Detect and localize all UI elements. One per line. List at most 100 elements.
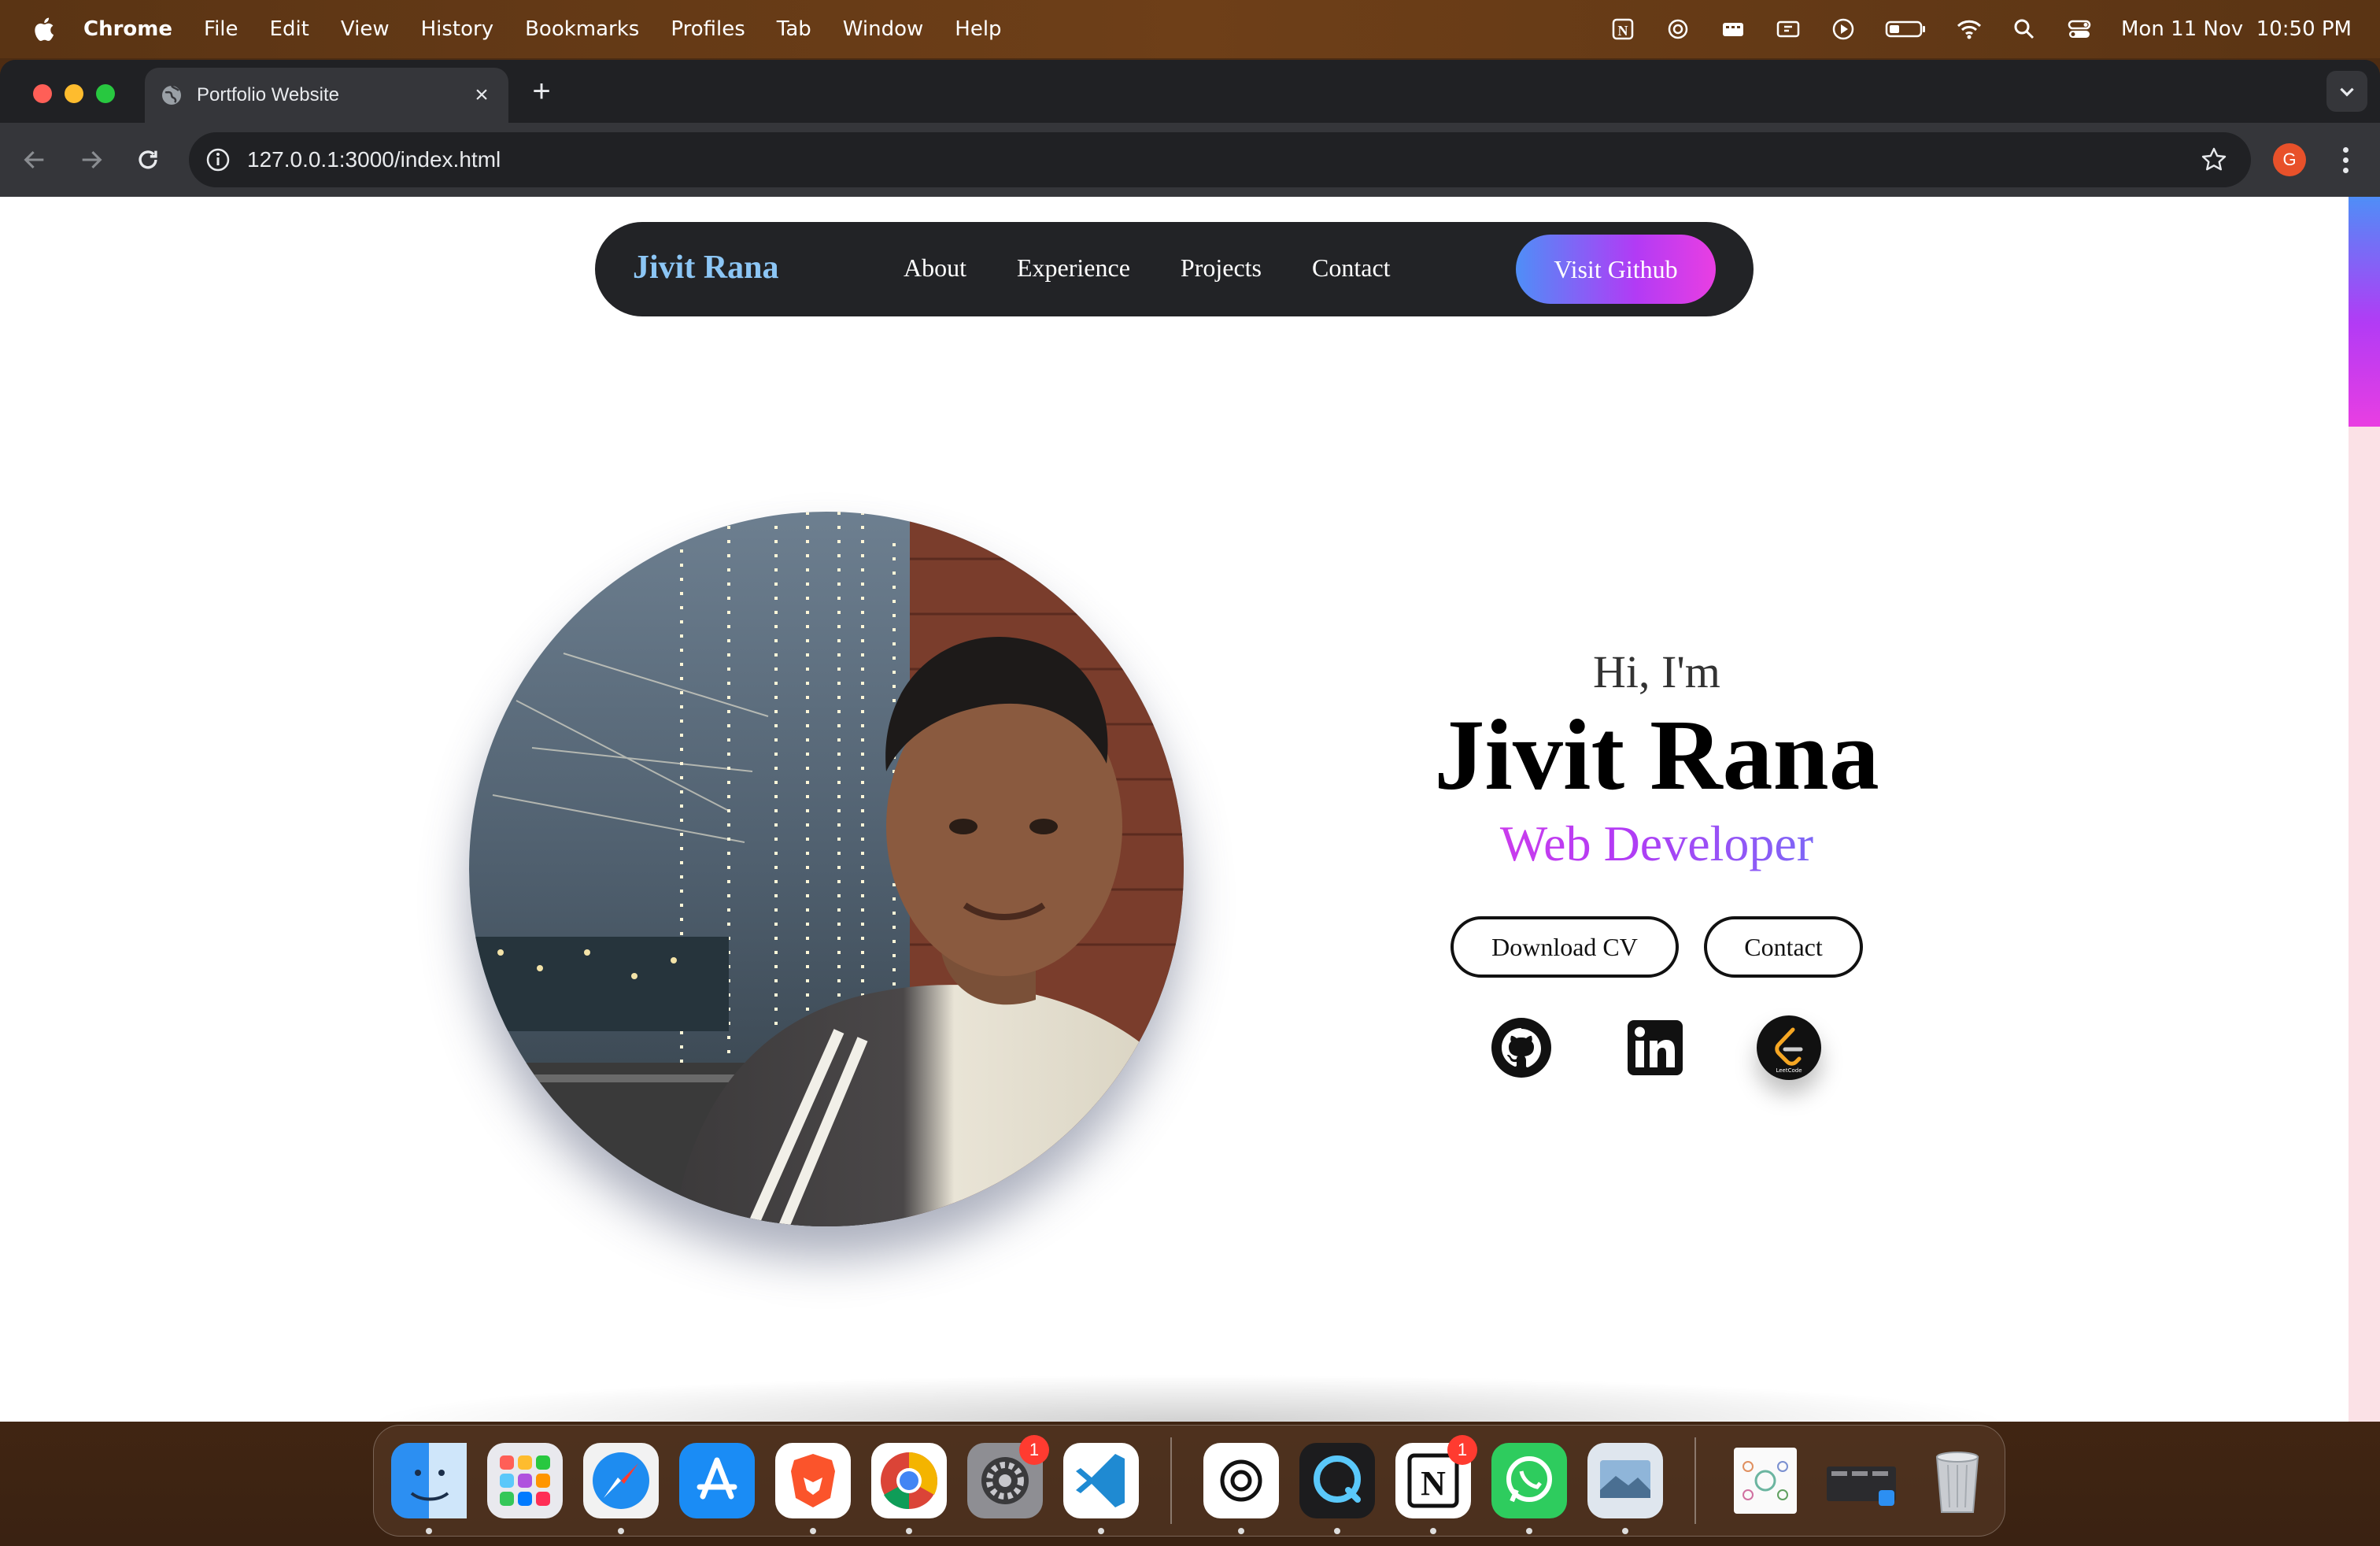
minimize-window-button[interactable] (65, 84, 83, 103)
battery-icon[interactable] (1885, 16, 1927, 43)
menu-window[interactable]: Window (843, 17, 924, 41)
profile-avatar[interactable]: G (2273, 143, 2306, 176)
dock-app-store[interactable] (679, 1443, 755, 1518)
dock-separator (1170, 1437, 1172, 1524)
menu-app-name[interactable]: Chrome (83, 17, 172, 41)
quicktime-icon (1299, 1443, 1375, 1518)
browser-window: Portfolio Website × + 127.0.0.1:3000/ind… (0, 60, 2380, 1422)
running-indicator (810, 1528, 816, 1534)
display-icon[interactable] (1775, 16, 1802, 43)
svg-text:N: N (1421, 1464, 1446, 1503)
reload-button[interactable] (132, 144, 164, 176)
apple-icon[interactable] (31, 16, 55, 43)
url-text[interactable]: 127.0.0.1:3000/index.html (247, 147, 501, 172)
hero-name: Jivit Rana (1434, 699, 1879, 811)
nav-links: About Experience Projects Contact (904, 253, 1391, 283)
maximize-window-button[interactable] (96, 84, 115, 103)
dock-vscode[interactable] (1063, 1443, 1139, 1534)
new-tab-icon[interactable]: + (529, 76, 554, 107)
bookmark-star-icon[interactable] (2201, 146, 2227, 173)
browser-toolbar: 127.0.0.1:3000/index.html G (0, 123, 2380, 197)
tab-portfolio[interactable]: Portfolio Website × (145, 68, 508, 123)
tab-strip: Portfolio Website × + (0, 60, 2380, 123)
menu-help[interactable]: Help (955, 17, 1001, 41)
running-indicator (1098, 1528, 1104, 1534)
back-button[interactable] (19, 144, 50, 176)
info-icon[interactable] (205, 146, 231, 173)
dock-preview[interactable] (1587, 1443, 1663, 1534)
arrow-left-icon (24, 150, 44, 169)
dock-notion[interactable]: N 1 (1395, 1435, 1477, 1534)
nav-link-projects[interactable]: Projects (1181, 253, 1262, 283)
menu-view[interactable]: View (341, 17, 390, 41)
leetcode-caption: LeetCode (1776, 1067, 1802, 1074)
reload-icon (139, 150, 157, 169)
menubar-clock[interactable]: Mon 11 Nov 10:50 PM (2121, 17, 2352, 41)
finder-icon (391, 1443, 467, 1518)
dock-recent-document[interactable] (1728, 1443, 1803, 1518)
running-indicator (1430, 1528, 1436, 1534)
dock-system-settings[interactable]: 1 (967, 1435, 1049, 1518)
download-cv-button[interactable]: Download CV (1451, 916, 1679, 978)
search-icon[interactable] (2011, 16, 2038, 43)
hero-buttons: Download CV Contact (1451, 916, 1863, 978)
arrow-right-icon (82, 150, 102, 169)
notification-badge: 1 (1019, 1435, 1049, 1465)
dock-finder[interactable] (391, 1443, 467, 1534)
github-icon[interactable] (1489, 1015, 1554, 1080)
menu-file[interactable]: File (204, 17, 238, 41)
safari-icon (583, 1443, 659, 1518)
play-icon[interactable] (1830, 16, 1857, 43)
chevron-down-icon (2340, 87, 2354, 97)
page-bottom-shadow (362, 1374, 2015, 1422)
dock-launchpad[interactable] (487, 1443, 563, 1518)
leetcode-icon[interactable]: LeetCode (1757, 1015, 1821, 1080)
hero-intro: Hi, I'm Jivit Rana Web Developer (1338, 645, 1975, 873)
nav-link-about[interactable]: About (904, 253, 966, 283)
close-tab-icon[interactable]: × (471, 83, 493, 107)
dock-safari[interactable] (583, 1443, 659, 1534)
scrollbar-thumb[interactable] (2349, 197, 2380, 427)
site-navbar: Jivit Rana About Experience Projects Con… (595, 222, 1754, 316)
chatgpt-icon[interactable] (1665, 16, 1691, 43)
menu-tab[interactable]: Tab (777, 17, 811, 41)
dock-brave[interactable] (775, 1443, 851, 1534)
dock-trash[interactable] (1920, 1443, 1995, 1518)
dock-quicktime[interactable] (1299, 1443, 1375, 1534)
address-bar[interactable]: 127.0.0.1:3000/index.html (189, 132, 2251, 187)
chrome-icon (871, 1443, 947, 1518)
running-indicator (618, 1528, 624, 1534)
linkedin-icon[interactable] (1623, 1015, 1687, 1080)
tab-title: Portfolio Website (197, 84, 339, 105)
nav-link-contact[interactable]: Contact (1312, 253, 1391, 283)
menu-edit[interactable]: Edit (270, 17, 309, 41)
menu-history[interactable]: History (421, 17, 494, 41)
dock-whatsapp[interactable] (1491, 1443, 1567, 1534)
close-window-button[interactable] (33, 84, 52, 103)
dock-chrome[interactable] (871, 1443, 947, 1534)
forward-button[interactable] (76, 144, 107, 176)
site-brand[interactable]: Jivit Rana (633, 249, 779, 287)
hero-role: Web Developer (1338, 815, 1975, 873)
running-indicator (1526, 1528, 1532, 1534)
running-indicator (1334, 1528, 1340, 1534)
tab-search-button[interactable] (2326, 71, 2367, 112)
notion-icon[interactable]: N (1609, 16, 1636, 43)
vscode-icon (1063, 1443, 1139, 1518)
menu-bookmarks[interactable]: Bookmarks (525, 17, 639, 41)
menu-extra-icon[interactable] (1720, 16, 1746, 43)
dock-chatgpt[interactable] (1203, 1443, 1279, 1534)
more-menu-icon[interactable] (2330, 143, 2361, 176)
control-center-icon[interactable] (2066, 16, 2093, 43)
running-indicator (1238, 1528, 1244, 1534)
nav-link-experience[interactable]: Experience (1017, 253, 1130, 283)
contact-button[interactable]: Contact (1704, 916, 1863, 978)
whatsapp-icon (1491, 1443, 1567, 1518)
dock-downloads-stack[interactable] (1824, 1443, 1899, 1518)
document-thumbnail-icon (1734, 1448, 1797, 1514)
visit-github-button[interactable]: Visit Github (1516, 235, 1716, 304)
running-indicator (426, 1528, 432, 1534)
hero-greeting: Hi, I'm (1593, 646, 1720, 697)
menu-profiles[interactable]: Profiles (671, 17, 745, 41)
wifi-icon[interactable] (1956, 16, 1983, 43)
